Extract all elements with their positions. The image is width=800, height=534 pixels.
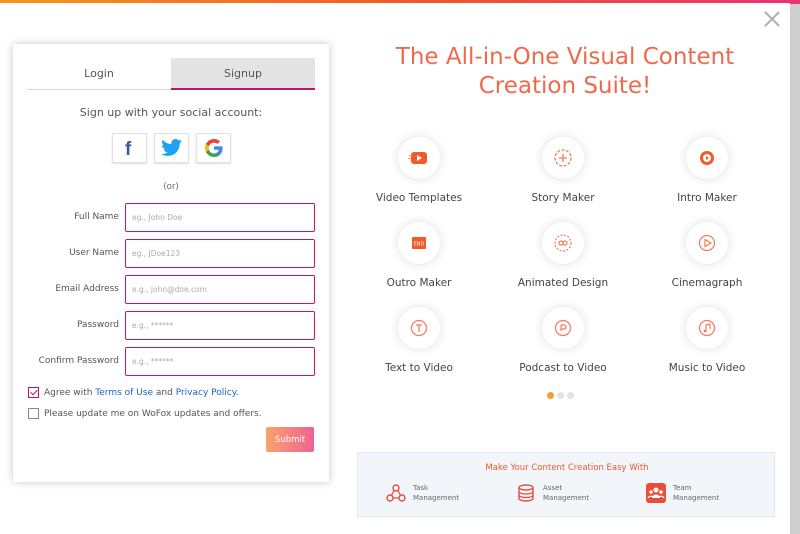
story-maker-icon	[542, 137, 584, 179]
headline: The All-in-One Visual Content Creation S…	[395, 44, 735, 99]
text-to-video-icon	[398, 307, 440, 349]
feature-label: Intro Maker	[677, 192, 737, 204]
feature-label: Story Maker	[531, 192, 595, 204]
tab-signup[interactable]: Signup	[171, 58, 315, 90]
asset-management-label: Asset Management	[543, 483, 589, 503]
full-name-row: Full Name	[13, 203, 329, 232]
team-management-item: Team Management	[646, 483, 719, 503]
user-name-input[interactable]	[125, 239, 315, 268]
asset-management-line2: Management	[543, 494, 590, 502]
or-divider: (or)	[163, 182, 179, 192]
svg-text:END: END	[414, 242, 425, 248]
password-label: Password	[76, 320, 119, 330]
social-buttons: f	[112, 133, 231, 163]
feature-label: Text to Video	[385, 362, 453, 374]
team-management-icon	[646, 483, 666, 503]
facebook-icon: f	[125, 139, 132, 157]
task-management-line2: Management	[413, 494, 460, 502]
password-row: Password	[13, 311, 329, 340]
auth-tabs: Login Signup	[27, 58, 315, 90]
feature-podcast-to-video[interactable]: Podcast to Video	[498, 307, 628, 374]
user-name-label: User Name	[69, 248, 119, 258]
podcast-to-video-icon	[542, 307, 584, 349]
confirm-password-row: Confirm Password	[13, 347, 329, 376]
password-input[interactable]	[125, 311, 315, 340]
feature-animated-design[interactable]: Animated Design	[498, 222, 628, 289]
agree-row: Agree with Terms of Use and Privacy Poli…	[28, 387, 239, 398]
twitter-icon	[160, 139, 182, 156]
agree-and: and	[155, 387, 173, 398]
asset-management-line1: Asset	[543, 484, 563, 492]
agree-text: Agree with Terms of Use and Privacy Poli…	[44, 388, 239, 398]
feature-label: Cinemagraph	[671, 277, 743, 289]
feature-label: Video Templates	[375, 192, 463, 204]
submit-button[interactable]: Submit	[266, 427, 314, 452]
team-management-label: Team Management	[673, 483, 719, 503]
tab-login[interactable]: Login	[27, 58, 171, 90]
feature-music-to-video[interactable]: Music to Video	[642, 307, 772, 374]
intro-maker-icon	[686, 137, 728, 179]
email-row: Email Address	[13, 275, 329, 304]
team-management-line2: Management	[673, 494, 720, 502]
video-templates-icon	[398, 137, 440, 179]
svg-text:f: f	[125, 139, 132, 157]
social-signup-title: Sign up with your social account:	[79, 106, 263, 119]
feature-label: Animated Design	[517, 277, 609, 289]
email-input[interactable]	[125, 275, 315, 304]
music-to-video-icon	[686, 307, 728, 349]
twitter-button[interactable]	[154, 133, 189, 163]
updates-row: Please update me on WoFox updates and of…	[28, 408, 262, 419]
feature-label: Outro Maker	[386, 277, 452, 289]
team-management-line1: Team	[673, 484, 692, 492]
management-panel-title: Make Your Content Creation Easy With	[485, 463, 649, 473]
feature-label: Music to Video	[668, 362, 746, 374]
animated-design-icon	[542, 222, 584, 264]
full-name-input[interactable]	[125, 203, 315, 232]
feature-video-templates[interactable]: Video Templates	[354, 137, 484, 204]
feature-story-maker[interactable]: Story Maker	[498, 137, 628, 204]
task-management-icon	[386, 484, 406, 502]
google-icon	[204, 139, 223, 157]
user-name-row: User Name	[13, 239, 329, 268]
carousel-dots	[547, 392, 574, 399]
feature-intro-maker[interactable]: Intro Maker	[642, 137, 772, 204]
updates-label: Please update me on WoFox updates and of…	[44, 408, 262, 419]
cinemagraph-icon	[686, 222, 728, 264]
feature-label: Podcast to Video	[519, 362, 607, 374]
close-icon[interactable]	[763, 10, 781, 28]
task-management-item: Task Management	[386, 483, 459, 503]
agree-prefix: Agree with	[44, 387, 93, 398]
privacy-link[interactable]: Privacy Policy	[176, 388, 236, 398]
google-button[interactable]	[196, 133, 231, 163]
feature-cinemagraph[interactable]: Cinemagraph	[642, 222, 772, 289]
email-label: Email Address	[55, 284, 119, 294]
task-management-label: Task Management	[413, 483, 459, 503]
feature-text-to-video[interactable]: Text to Video	[354, 307, 484, 374]
terms-link[interactable]: Terms of Use	[95, 388, 153, 398]
facebook-button[interactable]: f	[112, 133, 147, 163]
asset-management-item: Asset Management	[516, 483, 589, 503]
signup-modal: Login Signup Sign up with your social ac…	[0, 3, 790, 534]
carousel-dot[interactable]	[567, 392, 574, 399]
updates-checkbox[interactable]	[28, 408, 39, 419]
agree-suffix: .	[235, 387, 239, 398]
agree-checkbox[interactable]	[28, 387, 39, 398]
outro-maker-icon: END	[398, 222, 440, 264]
asset-management-icon	[518, 484, 534, 502]
carousel-dot[interactable]	[557, 392, 564, 399]
signup-form-card: Login Signup Sign up with your social ac…	[13, 44, 329, 482]
full-name-label: Full Name	[74, 212, 119, 222]
feature-outro-maker[interactable]: END Outro Maker	[354, 222, 484, 289]
confirm-password-input[interactable]	[125, 347, 315, 376]
carousel-dot[interactable]	[547, 392, 554, 399]
confirm-password-label: Confirm Password	[38, 356, 119, 366]
task-management-line1: Task	[413, 484, 429, 492]
management-panel: Make Your Content Creation Easy With Tas…	[357, 452, 775, 517]
